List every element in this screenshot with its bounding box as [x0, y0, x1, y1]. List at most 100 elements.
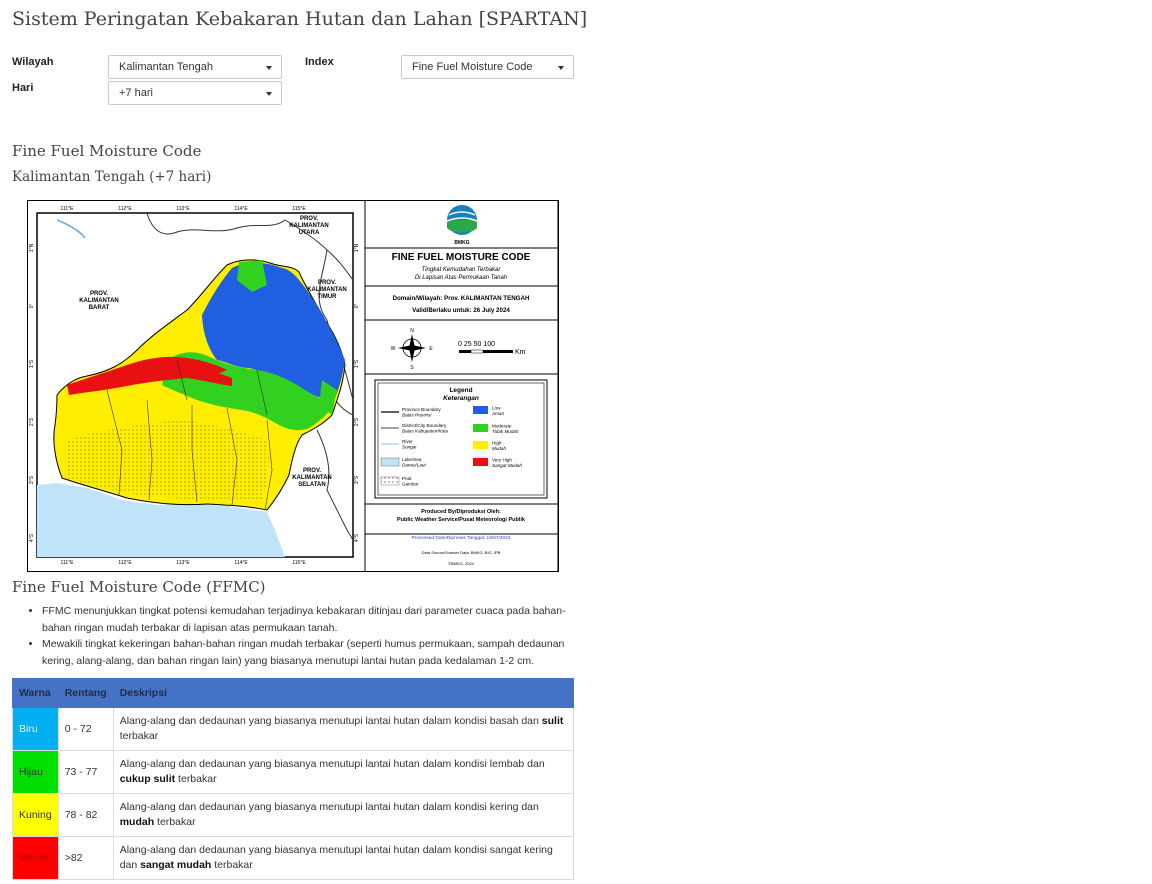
legend-class-label: Low: [492, 406, 501, 411]
legend-class-sublabel: Mudah: [492, 446, 506, 451]
legend-class-sublabel: Sangat Mudah: [492, 463, 522, 468]
svg-text:W: W: [391, 346, 396, 352]
lon-tick-label: 115°E: [292, 206, 306, 212]
lon-tick-label: 115°E: [292, 560, 306, 566]
svg-text:0 25 50 100: 0 25 50 100: [458, 341, 495, 348]
ffmc-legend-table: Warna Rentang Deskripsi Biru 0 - 72 Alang-…: [12, 678, 575, 880]
header-rentang: Rentang: [57, 678, 114, 708]
color-name: Merah: [19, 851, 49, 864]
desc-emphasis: mudah: [119, 816, 155, 828]
legend-color-swatch: [473, 406, 488, 414]
lat-tick-label: 4°S: [29, 533, 35, 542]
map-frame: PROV. KALIMANTAN BARAT PROV. KALIMANTAN TIMU…: [29, 206, 360, 566]
list-item: Mewakili tingkat kekeringan bahan-bahan …: [42, 636, 587, 669]
index-select-value: Fine Fuel Moisture Code: [412, 61, 533, 73]
info-panel: BMKG FINE FUEL MOISTURE CODE Tingkat Kem…: [364, 200, 559, 572]
legend-item-label: District/City Boundary: [402, 423, 447, 428]
lat-tick-label: 1°S: [354, 359, 360, 368]
lon-tick-label: 111°E: [61, 206, 75, 212]
lon-tick-label: 111°E: [61, 560, 75, 566]
legend-color-swatch: [473, 458, 488, 466]
color-cell: Kuning: [12, 793, 59, 837]
lon-tick-label: 112°E: [118, 560, 132, 566]
legend-class-label: Moderate: [492, 424, 512, 429]
list-item: FFMC menunjukkan tingkat potensi kemudah…: [42, 603, 587, 636]
lat-tick-label: 4°S: [354, 533, 360, 542]
header-warna: Warna: [12, 678, 59, 708]
legend-item-label: River: [402, 439, 413, 444]
color-name: Hijau: [19, 765, 43, 778]
lat-tick-label: 3°S: [29, 475, 35, 484]
hari-select[interactable]: +7 hari: [108, 81, 282, 105]
index-label: Index: [305, 56, 334, 68]
lat-tick-label: 1°S: [29, 359, 35, 368]
desc-emphasis: cukup sulit: [119, 773, 176, 785]
data-source: Data Source/Sumber Data: BMKG, BIG, IPB: [422, 550, 501, 555]
lon-tick-label: 112°E: [118, 206, 132, 212]
hari-select-value: +7 hari: [119, 87, 153, 99]
table-header-row: Warna Rentang Deskripsi: [12, 678, 575, 708]
legend-item-label: Province Boundary: [402, 407, 442, 412]
desc-text: terbakar: [211, 859, 253, 871]
wilayah-select-value: Kalimantan Tengah: [119, 61, 213, 73]
lon-tick-label: 113°E: [176, 560, 190, 566]
map-valid-text: Valid/Berlaku untuk: 26 July 2024: [412, 307, 510, 314]
index-select[interactable]: Fine Fuel Moisture Code: [401, 55, 574, 79]
lat-tick-label: 2°S: [29, 417, 35, 426]
produced-by: Produced By/Diproduksi Oleh:: [421, 509, 501, 515]
lat-tick-label: 1°N: [354, 243, 360, 252]
range-cell: 0 - 72: [57, 707, 114, 751]
desc-text: terbakar: [154, 816, 196, 828]
range-cell: 73 - 77: [57, 750, 114, 794]
legend-class-label: Very High: [492, 458, 512, 463]
table-row: Kuning 78 - 82 Alang-alang dan dedaunan ya…: [12, 793, 575, 837]
map-domain-text: Domain/Wilayah: Prov. KALIMANTAN TENGAH: [393, 295, 530, 302]
ffmc-bullets: FFMC menunjukkan tingkat potensi kemudah…: [30, 603, 587, 669]
color-name: Biru: [19, 722, 38, 735]
svg-text:BMKG: BMKG: [454, 240, 469, 246]
chevron-down-icon: [266, 92, 272, 96]
legend-class-label: High: [492, 441, 502, 446]
description-cell: Alang-alang dan dedaunan yang biasanya m…: [112, 707, 575, 751]
processed-date: Processed Date/Diproses Tanggal: 19/07/2…: [411, 535, 510, 541]
lat-tick-label: 3°S: [354, 475, 360, 484]
desc-text: Alang-alang dan dedaunan yang biasanya m…: [119, 715, 542, 727]
section-title: Fine Fuel Moisture Code: [12, 142, 202, 160]
chevron-down-icon: [558, 66, 564, 70]
table-row: Hijau 73 - 77 Alang-alang dan dedaunan yan…: [12, 750, 575, 794]
legend-item-sublabel: Sungai: [402, 445, 417, 450]
svg-text:Km: Km: [515, 349, 526, 356]
hari-label: Hari: [12, 82, 34, 94]
wilayah-select[interactable]: Kalimantan Tengah: [108, 55, 282, 79]
range-cell: 78 - 82: [57, 793, 114, 837]
legend-item-sublabel: Batas Provinsi: [402, 413, 432, 418]
color-cell: Biru: [12, 707, 59, 751]
lon-tick-label: 114°E: [234, 206, 248, 212]
legend-subtitle: Keterangan: [443, 395, 479, 402]
copyright: ©BMKG, 2024: [448, 561, 475, 566]
ffmc-map: PROV. KALIMANTAN BARAT PROV. KALIMANTAN TIMU…: [27, 200, 559, 572]
lat-tick-label: 0°: [29, 304, 35, 309]
legend-symbol: [380, 476, 400, 486]
legend-title: Legend: [449, 387, 472, 394]
lon-tick-label: 114°E: [234, 560, 248, 566]
map-panel-subtitle-1: Tingkat Kemudahan Terbakar: [422, 267, 502, 273]
legend-item-sublabel: Danau/Laut: [402, 463, 426, 468]
desc-text: Alang-alang dan dedaunan yang biasanya m…: [119, 758, 545, 770]
legend-class-sublabel: Tidak Mudah: [492, 429, 519, 434]
color-cell: Merah: [12, 836, 59, 880]
lat-tick-label: 0°: [354, 304, 360, 309]
desc-emphasis: sulit: [541, 715, 564, 727]
map-panel-subtitle-2: Di Lapisan Atas Permukaan Tanah: [415, 275, 508, 281]
lat-tick-label: 1°N: [29, 243, 35, 252]
svg-text:N: N: [410, 328, 414, 334]
color-cell: Hijau: [12, 750, 59, 794]
legend-item-label: Lake/Sea: [402, 457, 422, 462]
ffmc-title: Fine Fuel Moisture Code (FFMC): [12, 578, 266, 596]
description-cell: Alang-alang dan dedaunan yang biasanya m…: [112, 836, 575, 880]
description-cell: Alang-alang dan dedaunan yang biasanya m…: [112, 750, 575, 794]
legend-symbol: [380, 457, 400, 467]
desc-text: Alang-alang dan dedaunan yang biasanya m…: [119, 801, 539, 813]
legend-item-label: Peat: [402, 476, 412, 481]
legend-item-sublabel: Gambut: [402, 482, 419, 487]
